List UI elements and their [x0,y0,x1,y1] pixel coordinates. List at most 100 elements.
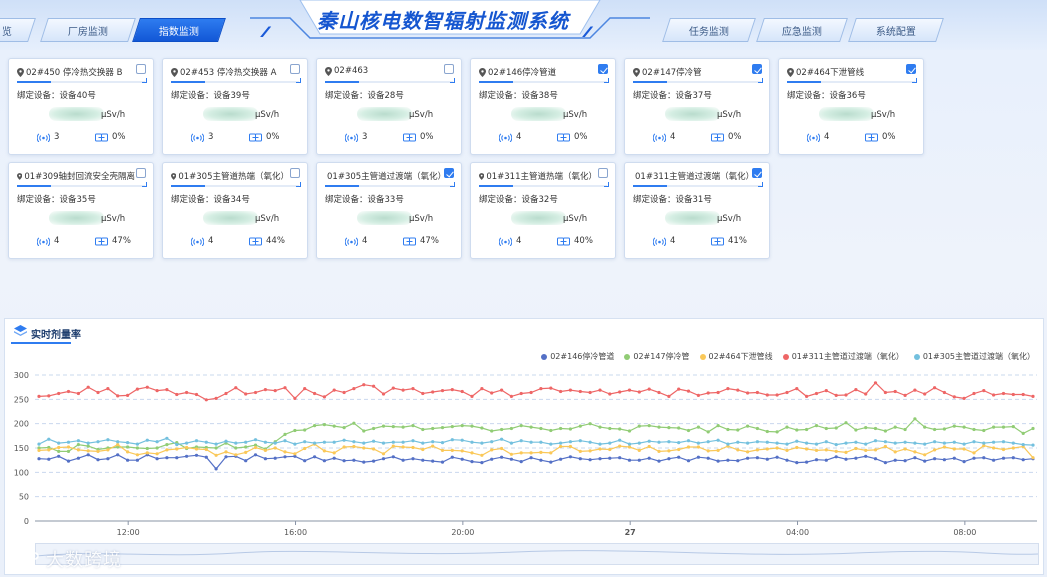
data-point [568,440,573,444]
bound-device: 绑定设备：设备34号 [171,195,250,205]
data-point [903,427,907,432]
data-point [706,440,710,444]
data-point [657,440,661,444]
tab-index-monitoring[interactable]: 指数监测 [132,18,226,42]
data-point [824,440,828,444]
data-point [539,387,543,391]
tab-plant-monitoring[interactable]: 厂房监测 [40,18,136,42]
monitor-card[interactable]: 01#305主管道热端（氧化） 绑定设备：设备34号 µSv/h 4 44% [162,162,308,259]
monitor-card[interactable]: 01#311主管道过渡端（氧化） 绑定设备：设备31号 µSv/h 4 41% [624,162,770,259]
data-point [559,457,563,461]
card-checkbox[interactable] [598,168,608,178]
data-point [726,458,730,462]
signal-stat: 4 [653,132,675,142]
data-point [608,392,612,396]
data-point [431,426,435,431]
monitor-card[interactable]: 02#450 停冷热交换器 B 绑定设备：设备40号 µSv/h 3 0% [8,58,154,155]
data-point [322,459,326,463]
card-checkbox[interactable] [752,64,762,74]
data-point [244,450,248,454]
data-point [185,445,189,450]
data-point [637,441,641,445]
data-point [795,445,799,450]
y-tick-label: 200 [14,420,29,429]
data-point [470,394,474,398]
data-point [736,448,740,452]
dose-value-redacted [357,211,412,225]
y-tick-label: 300 [14,371,29,380]
card-divider [633,182,763,187]
signal-icon [191,236,204,246]
data-point [686,439,691,443]
card-checkbox[interactable] [136,64,146,74]
link-icon [249,237,262,245]
data-point [736,428,740,432]
data-point [135,458,139,462]
monitor-card[interactable]: 02#464下泄管线 绑定设备：设备36号 µSv/h 4 0% [778,58,924,155]
data-point [391,444,395,448]
link-icon [403,133,416,141]
data-point [824,458,828,462]
data-point [411,457,415,461]
data-point [322,440,326,444]
card-checkbox[interactable] [290,64,300,74]
monitor-card[interactable]: 02#146停冷管道 绑定设备：设备38号 µSv/h 4 0% [470,58,616,155]
data-point [854,428,858,432]
data-point [165,448,169,452]
card-title: 02#450 停冷热交换器 B [17,66,135,78]
link-icon [865,133,878,141]
data-point [952,440,956,444]
dose-unit: µSv/h [101,110,126,120]
data-point [667,426,671,430]
tab-system-config[interactable]: 系统配置 [848,18,944,42]
bound-device: 绑定设备：设备32号 [479,195,558,205]
tab-task-monitoring[interactable]: 任务监测 [662,18,756,42]
card-checkbox[interactable] [290,168,300,178]
data-point [500,455,504,459]
data-point [86,453,90,457]
card-checkbox[interactable] [444,64,454,74]
location-pin-icon [479,172,485,180]
data-point [450,455,454,459]
card-divider [479,78,609,83]
data-point [677,447,681,452]
data-point [775,393,779,397]
data-point [539,440,543,444]
card-name: 02#147停冷管 [642,68,702,78]
signal-count: 4 [516,132,522,142]
monitor-card[interactable]: 02#463 绑定设备：设备28号 µSv/h 3 0% [316,58,462,155]
data-point [647,456,651,460]
card-checkbox[interactable] [136,168,146,178]
data-point [204,447,208,452]
data-point [1021,458,1025,462]
data-point [972,440,976,444]
data-point [647,387,651,391]
monitor-card[interactable]: 02#147停冷管 绑定设备：设备37号 µSv/h 4 0% [624,58,770,155]
card-checkbox[interactable] [906,64,916,74]
data-point [283,432,287,436]
monitor-card[interactable]: 02#453 停冷热交换器 A 绑定设备：设备39号 µSv/h 3 0% [162,58,308,155]
card-name: 01#309轴封回流安全壳隔离 [24,172,135,182]
monitor-card[interactable]: 01#309轴封回流安全壳隔离 绑定设备：设备35号 µSv/h 4 47% [8,162,154,259]
tab-emergency-monitoring[interactable]: 应急监测 [756,18,848,42]
data-point [303,440,307,444]
link-icon [711,133,724,141]
legend-marker [913,353,920,360]
monitor-card[interactable]: 01#311主管道热端（氧化） 绑定设备：设备32号 µSv/h 4 40% [470,162,616,259]
data-point [116,440,120,444]
data-point [1031,426,1035,431]
data-point [76,448,80,452]
time-range-slider[interactable] [35,543,1039,565]
card-divider [17,182,147,187]
data-point [972,451,976,455]
data-point [155,452,159,456]
monitor-card[interactable]: 01#305主管道过渡端（氧化） 绑定设备：设备33号 µSv/h 4 47% [316,162,462,259]
data-point [627,458,632,462]
card-checkbox[interactable] [444,168,454,178]
data-point [883,444,888,449]
data-point [332,456,336,460]
data-point [716,390,720,395]
link-percent: 47% [420,236,439,246]
card-checkbox[interactable] [598,64,608,74]
card-checkbox[interactable] [752,168,762,178]
